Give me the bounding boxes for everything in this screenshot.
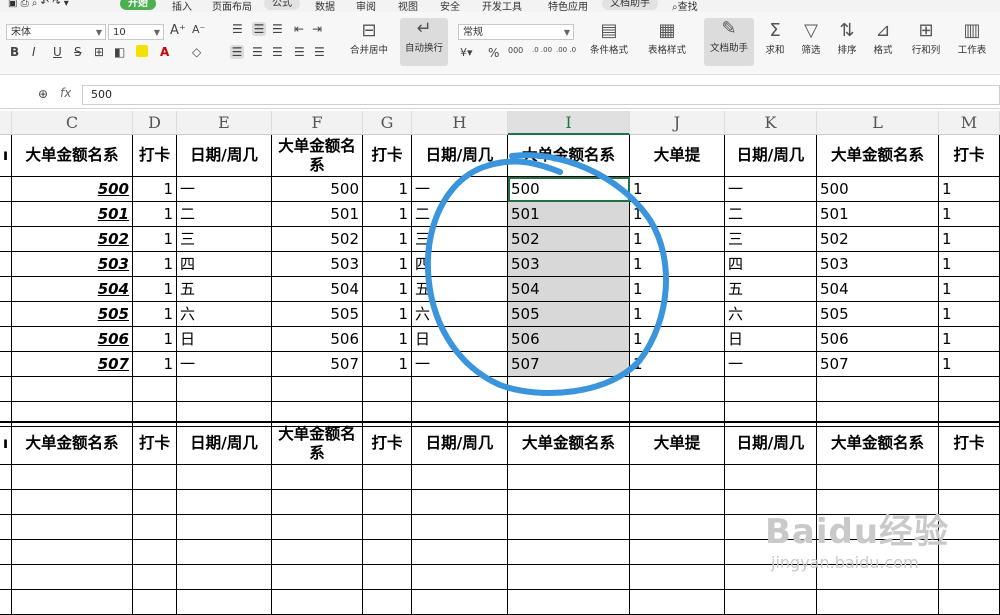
watermark-url: jingyan.baidu.com [771,553,919,572]
watermark-brand: Baidu经验 [765,512,950,552]
watermark-logo: Baidu经验 jingyan.baidu.com [765,512,995,602]
